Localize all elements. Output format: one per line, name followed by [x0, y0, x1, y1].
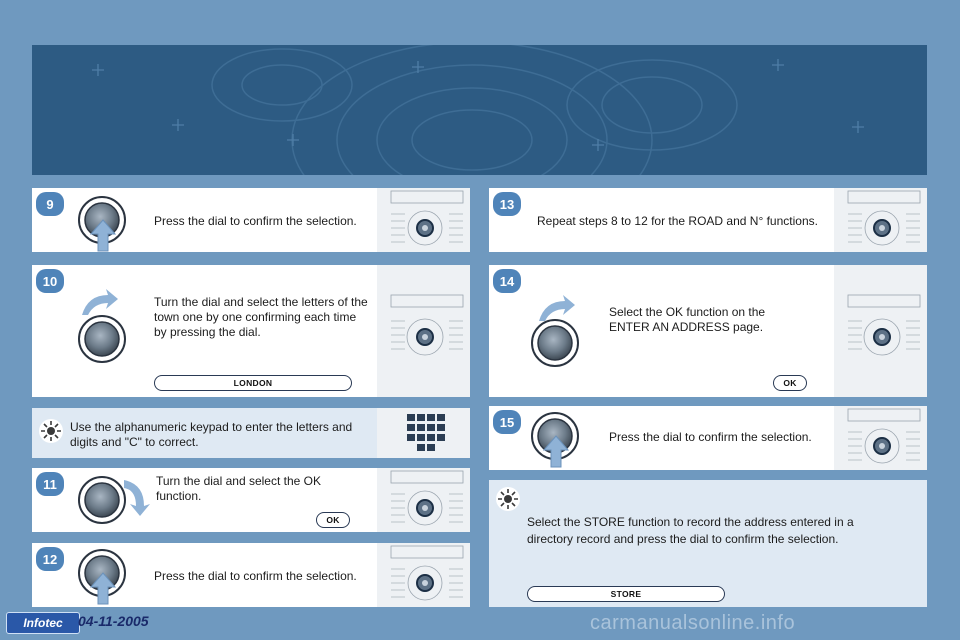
watermark: carmanualsonline.info: [590, 612, 796, 634]
step-number-badge: 11: [36, 472, 64, 496]
step-15-text: Press the dial to confirm the selection.: [609, 430, 812, 444]
radio-panel-icon: [834, 406, 927, 470]
step-number-badge: 13: [493, 192, 521, 216]
tip-keypad-card: Use the alphanumeric keypad to enter the…: [32, 408, 470, 458]
step-number-badge: 10: [36, 269, 64, 293]
turn-arrow-icon: [124, 480, 150, 516]
infotec-logo: Infotec: [6, 612, 80, 634]
on-screen-value-ok: OK: [316, 512, 350, 528]
press-arrow-icon: [543, 435, 569, 468]
control-dial-icon: [78, 315, 126, 363]
header-banner: [32, 45, 927, 175]
step-number-badge: 14: [493, 269, 521, 293]
step-14-card: 14 Select the OK function on the ENTER A…: [489, 265, 927, 397]
step-10-card: 10 Turn the dial and select the letters …: [32, 265, 470, 397]
step-15-card: 15 Press the dial to confirm the selecti…: [489, 406, 927, 470]
keypad-panel-icon: [377, 408, 470, 458]
lightbulb-sun-icon: [496, 487, 520, 511]
on-screen-value-london: LONDON: [154, 375, 352, 391]
step-13-text: Repeat steps 8 to 12 for the ROAD and N°…: [537, 214, 818, 228]
radio-panel-icon: [377, 543, 470, 607]
step-12-text: Press the dial to confirm the selection.: [154, 569, 357, 583]
radio-panel-icon: [377, 265, 470, 397]
tip-keypad-text: Use the alphanumeric keypad to enter the…: [70, 420, 353, 449]
step-10-text: Turn the dial and select the letters of …: [154, 295, 368, 339]
step-9-text: Press the dial to confirm the selection.: [154, 214, 357, 228]
radio-panel-icon: [377, 468, 470, 532]
step-12-card: 12 Press the dial to confirm the selecti…: [32, 543, 470, 607]
radio-panel-icon: [377, 188, 470, 252]
control-dial-icon: [531, 319, 579, 367]
tip-store-text: Select the STORE function to record the …: [527, 515, 854, 546]
step-14-text: Select the OK function on the ENTER AN A…: [609, 305, 766, 334]
step-number-badge: 9: [36, 192, 64, 216]
radio-panel-icon: [834, 188, 927, 252]
on-screen-value-store: STORE: [527, 586, 725, 602]
topographic-pattern: [92, 45, 864, 175]
step-11-card: 11 Turn the dial and select the OK funct…: [32, 468, 470, 532]
on-screen-value-ok: OK: [773, 375, 807, 391]
step-11-text: Turn the dial and select the OK function…: [156, 474, 321, 503]
press-arrow-icon: [90, 572, 116, 605]
step-number-badge: 15: [493, 410, 521, 434]
step-9-card: 9 Press the dial to confirm the selectio…: [32, 188, 470, 252]
lightbulb-sun-icon: [39, 419, 63, 443]
press-arrow-icon: [90, 219, 116, 252]
radio-panel-icon: [834, 265, 927, 397]
tip-store-card: Select the STORE function to record the …: [489, 480, 927, 607]
footer-date: 04-11-2005: [78, 613, 149, 629]
step-number-badge: 12: [36, 547, 64, 571]
step-13-card: 13 Repeat steps 8 to 12 for the ROAD and…: [489, 188, 927, 252]
